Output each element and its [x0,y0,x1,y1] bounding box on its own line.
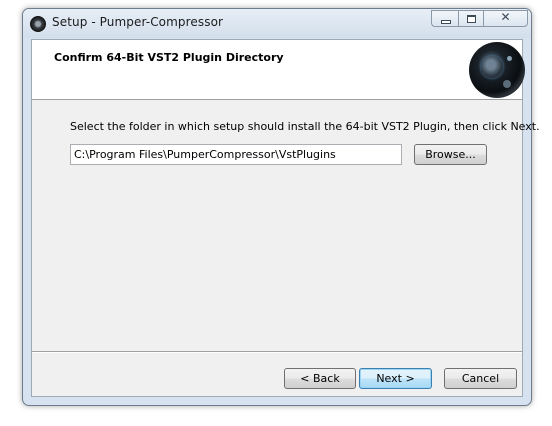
window-title: Setup - Pumper-Compressor [52,15,224,29]
next-button[interactable]: Next > [359,368,432,389]
cancel-button[interactable]: Cancel [444,368,517,389]
pumper-compressor-knob-icon [469,42,525,98]
close-button[interactable]: ✕ [483,10,528,27]
knob-shape [481,56,503,78]
caption-buttons: ✕ [431,10,528,28]
minimize-button[interactable] [431,10,458,27]
page-title: Confirm 64-Bit VST2 Plugin Directory [54,51,284,64]
wizard-header: Confirm 64-Bit VST2 Plugin Directory [32,40,525,100]
close-icon: ✕ [500,10,511,24]
instruction-text: Select the folder in which setup should … [70,120,540,133]
install-path-input[interactable]: C:\Program Files\PumperCompressor\VstPlu… [70,144,402,165]
logo-dot [503,80,511,88]
back-button[interactable]: < Back [284,368,356,389]
wizard-client-area: Confirm 64-Bit VST2 Plugin Directory Sel… [31,39,540,397]
setup-window: Setup - Pumper-Compressor ✕ Confirm 64-B… [22,8,540,406]
title-bar[interactable]: Setup - Pumper-Compressor ✕ [23,9,531,38]
footer-divider [32,351,522,353]
browse-button[interactable]: Browse... [414,144,487,165]
logo-dot [507,56,512,61]
app-icon[interactable] [30,16,46,32]
maximize-button[interactable] [458,10,483,27]
